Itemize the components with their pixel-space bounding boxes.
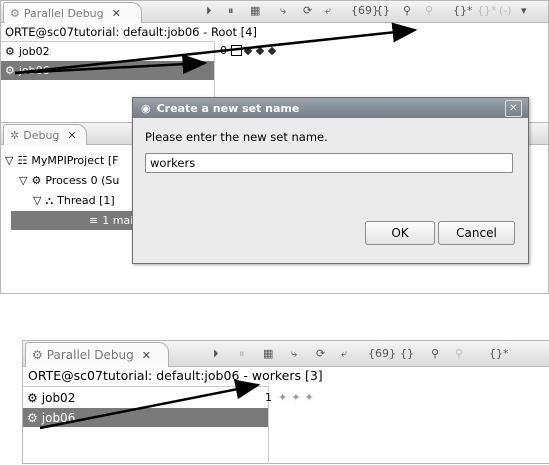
zoom-in-icon[interactable]: ⚲ xyxy=(403,4,411,17)
step-over-icon[interactable]: ⟳ xyxy=(316,347,325,360)
tree-label: MyMPIProject [F xyxy=(31,154,119,167)
process-icon: ⚙ xyxy=(31,174,42,187)
dialog-title-bar: ◉ Create a new set name ✕ xyxy=(133,98,528,118)
cancel-button[interactable]: Cancel xyxy=(438,221,515,245)
process-icon[interactable]: ✦ xyxy=(291,391,300,404)
job-icon: ⚙ xyxy=(27,390,38,405)
job-label: job02 xyxy=(41,390,76,405)
chevron-down-icon: ▽ xyxy=(33,194,42,207)
tree-label: Thread [1] xyxy=(57,194,115,207)
list-item[interactable]: ⚙ job06 xyxy=(23,408,268,427)
list-item[interactable]: ⚙ job02 xyxy=(23,388,268,407)
close-icon[interactable]: ✕ xyxy=(112,7,121,20)
create-set-dialog: ◉ Create a new set name ✕ Please enter t… xyxy=(132,97,529,264)
zoom-out-icon[interactable]: ⚲ xyxy=(425,4,433,17)
process-diamond[interactable] xyxy=(267,46,277,55)
dialog-title: Create a new set name xyxy=(156,101,300,115)
resume-icon[interactable]: ⏵ xyxy=(206,4,212,18)
step-return-icon[interactable]: ⤶ xyxy=(325,4,331,18)
tab-label: Parallel Debug xyxy=(46,348,134,362)
resume-icon[interactable]: ⏵ xyxy=(213,347,219,361)
stack-frame-icon: ≡ xyxy=(89,214,99,227)
parallel-debug-icon: ⚙ xyxy=(32,348,43,362)
terminate-icon[interactable]: ▦ xyxy=(263,347,273,360)
suspend-icon[interactable]: ⏸ xyxy=(228,4,234,18)
tab-bar: ⚙ Parallel Debug ✕ ⏵ ⏸ ▦ ⤷ ⟳ ⤶ {69} {} ⚲… xyxy=(1,1,548,23)
thread-icon: ⛬ xyxy=(45,193,54,207)
eclipse-icon: ◉ xyxy=(141,101,151,115)
process-diamond[interactable] xyxy=(255,46,265,55)
add-to-set-icon[interactable]: {}* xyxy=(477,4,497,17)
set-index: 1 xyxy=(265,391,272,404)
remove-from-set-icon[interactable]: (-) xyxy=(499,4,512,17)
view-menu-icon[interactable]: ▾ xyxy=(521,4,527,17)
dialog-prompt: Please enter the new set name. xyxy=(145,130,328,144)
close-icon[interactable]: ✕ xyxy=(67,129,76,142)
job-list: ⚙ job02 ⚙ job06 xyxy=(23,386,269,464)
parallel-debug-icon: ⚙ xyxy=(10,6,20,20)
process-diamond[interactable] xyxy=(243,46,253,55)
job-label: job06 xyxy=(18,64,50,77)
chevron-down-icon: ▽ xyxy=(19,174,28,187)
process-icon[interactable]: ✦ xyxy=(304,391,313,404)
path-label: ORTE@sc07tutorial: default:job06 - worke… xyxy=(28,368,323,383)
job-icon: ⚙ xyxy=(5,64,15,77)
project-icon: ☷ xyxy=(17,154,28,167)
braces-icon[interactable]: {} xyxy=(376,4,390,17)
zoom-out-icon[interactable]: ⚲ xyxy=(455,347,463,360)
create-set-icon[interactable]: {}* xyxy=(453,4,473,17)
list-item[interactable]: ⚙ job06 xyxy=(1,61,214,80)
terminate-icon[interactable]: ▦ xyxy=(250,4,260,17)
bug-icon: ✲ xyxy=(10,128,20,142)
braces-icon[interactable]: {} xyxy=(400,347,414,360)
process-set-area: 0 xyxy=(220,44,278,57)
tree-item-thread[interactable]: ▽ ⛬ Thread [1] xyxy=(29,191,115,210)
close-icon[interactable]: ✕ xyxy=(142,349,151,362)
tree-label: Process 0 (Su xyxy=(45,174,120,187)
tab-bar: ⚙ Parallel Debug ✕ ⏵ ⏸ ▦ ⤷ ⟳ ⤶ {69} {} ⚲… xyxy=(23,341,549,367)
process-set-area: 1 ✦ ✦ ✦ xyxy=(265,391,314,404)
step-return-icon[interactable]: ⤶ xyxy=(341,347,347,361)
suspend-icon[interactable]: ⏸ xyxy=(239,347,245,361)
zoom-in-icon[interactable]: ⚲ xyxy=(431,347,439,360)
job-label: job06 xyxy=(41,410,76,425)
tab-label: Debug xyxy=(23,128,60,142)
chevron-down-icon: ▽ xyxy=(5,154,14,167)
job-icon: ⚙ xyxy=(5,45,15,58)
step-into-icon[interactable]: ⤷ xyxy=(280,4,286,18)
set-index: 0 xyxy=(220,44,227,57)
ok-button[interactable]: OK xyxy=(365,221,435,245)
close-icon[interactable]: ✕ xyxy=(505,100,522,117)
tab-parallel-debug[interactable]: ⚙ Parallel Debug ✕ xyxy=(25,342,169,367)
tree-item-project[interactable]: ▽ ☷ MyMPIProject [F xyxy=(1,151,118,170)
create-set-icon[interactable]: {}* xyxy=(489,347,509,360)
tab-parallel-debug[interactable]: ⚙ Parallel Debug ✕ xyxy=(3,2,142,23)
step-over-icon[interactable]: ⟳ xyxy=(303,4,312,17)
process-icon[interactable]: ✦ xyxy=(278,391,287,404)
set-name-input[interactable]: workers xyxy=(145,153,513,173)
step-into-icon[interactable]: ⤷ xyxy=(291,347,297,361)
register-icon[interactable]: {69} xyxy=(351,4,379,17)
parallel-debug-view-bottom: ⚙ Parallel Debug ✕ ⏵ ⏸ ▦ ⤷ ⟳ ⤶ {69} {} ⚲… xyxy=(22,340,549,464)
job-label: job02 xyxy=(18,45,50,58)
path-label: ORTE@sc07tutorial: default:job06 - Root … xyxy=(5,25,257,39)
tab-debug[interactable]: ✲ Debug ✕ xyxy=(3,124,87,145)
list-item[interactable]: ⚙ job02 xyxy=(1,42,214,61)
process-selected[interactable] xyxy=(231,45,242,56)
tree-item-process[interactable]: ▽ ⚙ Process 0 (Su xyxy=(15,171,119,190)
tab-label: Parallel Debug xyxy=(23,6,104,20)
job-icon: ⚙ xyxy=(27,410,38,425)
register-icon[interactable]: {69} xyxy=(368,347,396,360)
